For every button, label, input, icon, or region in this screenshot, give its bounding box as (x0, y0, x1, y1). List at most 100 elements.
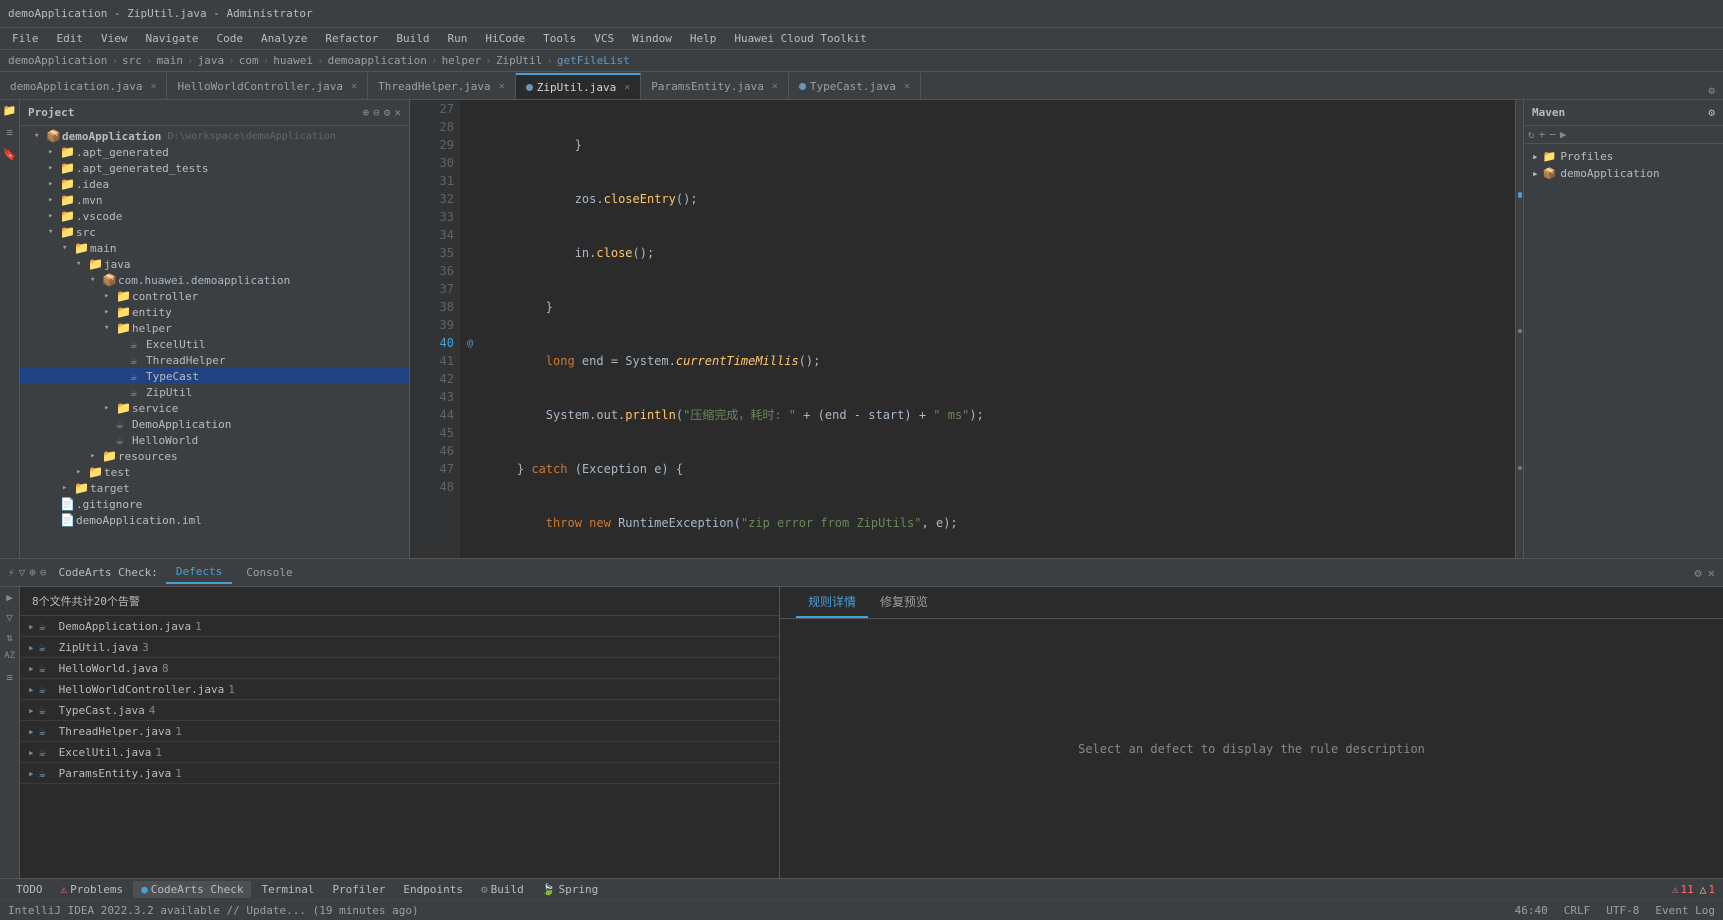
maven-run-icon[interactable]: ▶ (1560, 128, 1567, 141)
breadcrumb-src[interactable]: src (122, 54, 142, 67)
tab-console[interactable]: Console (236, 562, 302, 583)
sidebar-expand-icon[interactable]: ⊕ (363, 106, 370, 119)
maven-remove-icon[interactable]: − (1549, 128, 1556, 141)
rule-tab-rules[interactable]: 规则详情 (796, 587, 868, 618)
tree-package[interactable]: ▾ 📦 com.huawei.demoapplication (20, 272, 409, 288)
tool-run-icon[interactable]: ▶ (2, 591, 18, 607)
tree-resources[interactable]: ▸ 📁 resources (20, 448, 409, 464)
tree-apt-tests[interactable]: ▸ 📁 .apt_generated_tests (20, 160, 409, 176)
expand-all-icon[interactable]: ⊕ (29, 566, 36, 579)
tree-root[interactable]: ▾ 📦 demoApplication D:\workspace\demoApp… (20, 128, 409, 144)
tab-ParamsEntity[interactable]: ParamsEntity.java ✕ (641, 73, 789, 99)
menu-tools[interactable]: Tools (535, 30, 584, 47)
tree-vscode[interactable]: ▸ 📁 .vscode (20, 208, 409, 224)
tree-src[interactable]: ▾ 📁 src (20, 224, 409, 240)
tree-helloworld[interactable]: ☕ HelloWorld (20, 432, 409, 448)
tree-ziputil[interactable]: ☕ ZipUtil (20, 384, 409, 400)
tree-mvn[interactable]: ▸ 📁 .mvn (20, 192, 409, 208)
tab-TypeCast[interactable]: TypeCast.java ✕ (789, 73, 921, 99)
tree-controller[interactable]: ▸ 📁 controller (20, 288, 409, 304)
defect-header-params[interactable]: ▸ ☕ ParamsEntity.java 1 (20, 763, 779, 783)
rule-tab-fix[interactable]: 修复预览 (868, 587, 940, 618)
menu-help[interactable]: Help (682, 30, 725, 47)
breadcrumb-ziputil[interactable]: ZipUtil (496, 54, 542, 67)
breadcrumb-huawei[interactable]: huawei (273, 54, 313, 67)
collapse-all-icon[interactable]: ⊖ (40, 566, 47, 579)
menu-file[interactable]: File (4, 30, 47, 47)
menu-view[interactable]: View (93, 30, 136, 47)
tree-entity[interactable]: ▸ 📁 entity (20, 304, 409, 320)
maven-demoapplication[interactable]: ▸ 📦 demoApplication (1528, 165, 1719, 182)
tab-settings-icon[interactable]: ⚙ (1706, 82, 1717, 99)
close-icon[interactable]: ✕ (499, 81, 505, 92)
tree-threadhelper[interactable]: ☕ ThreadHelper (20, 352, 409, 368)
tool-filter2-icon[interactable]: ▽ (2, 611, 18, 627)
tree-idea[interactable]: ▸ 📁 .idea (20, 176, 409, 192)
tree-service[interactable]: ▸ 📁 service (20, 400, 409, 416)
filter-icon[interactable]: ▽ (19, 566, 26, 579)
close-icon[interactable]: ✕ (772, 81, 778, 92)
bookmark-icon[interactable]: 🔖 (2, 148, 18, 164)
menu-hicode[interactable]: HiCode (477, 30, 533, 47)
terminal-item[interactable]: Terminal (253, 881, 322, 898)
line-ending[interactable]: CRLF (1564, 904, 1591, 917)
tab-demoApplication[interactable]: demoApplication.java ✕ (0, 73, 167, 99)
menu-window[interactable]: Window (624, 30, 680, 47)
encoding[interactable]: UTF-8 (1606, 904, 1639, 917)
menu-vcs[interactable]: VCS (586, 30, 622, 47)
codearts-item[interactable]: ● CodeArts Check (133, 881, 251, 898)
endpoints-item[interactable]: Endpoints (395, 881, 471, 898)
tree-test[interactable]: ▸ 📁 test (20, 464, 409, 480)
sidebar-settings-icon[interactable]: ⚙ (384, 106, 391, 119)
build-item[interactable]: ⚙ Build (473, 881, 532, 898)
menu-run[interactable]: Run (439, 30, 475, 47)
todo-item[interactable]: TODO (8, 881, 51, 898)
tool-sort-icon[interactable]: ⇅ (2, 631, 18, 647)
defect-header-hwc[interactable]: ▸ ☕ HelloWorldController.java 1 (20, 679, 779, 699)
project-icon[interactable]: 📁 (2, 104, 18, 120)
maven-settings-icon[interactable]: ⚙ (1708, 106, 1715, 119)
close-icon[interactable]: ✕ (150, 81, 156, 92)
bottom-settings-icon[interactable]: ⚙ (1695, 566, 1702, 580)
menu-refactor[interactable]: Refactor (317, 30, 386, 47)
bottom-close-icon[interactable]: ✕ (1708, 566, 1715, 580)
profiler-item[interactable]: Profiler (324, 881, 393, 898)
breadcrumb-helper[interactable]: helper (442, 54, 482, 67)
tree-excelutil[interactable]: ☕ ExcelUtil (20, 336, 409, 352)
sidebar-close-icon[interactable]: ✕ (394, 106, 401, 119)
maven-add-icon[interactable]: + (1539, 128, 1546, 141)
structure-icon[interactable]: ≡ (2, 126, 18, 142)
tree-demoapplication-java[interactable]: ☕ DemoApplication (20, 416, 409, 432)
defect-header-zip[interactable]: ▸ ☕ ZipUtil.java 3 (20, 637, 779, 657)
defect-header-demo[interactable]: ▸ ☕ DemoApplication.java 1 (20, 616, 779, 636)
tree-iml[interactable]: 📄 demoApplication.iml (20, 512, 409, 528)
menu-build[interactable]: Build (388, 30, 437, 47)
spring-item[interactable]: 🍃 Spring (534, 881, 606, 898)
close-icon[interactable]: ✕ (904, 81, 910, 92)
event-log[interactable]: Event Log (1655, 904, 1715, 917)
menu-analyze[interactable]: Analyze (253, 30, 315, 47)
menu-edit[interactable]: Edit (49, 30, 92, 47)
maven-refresh-icon[interactable]: ↻ (1528, 128, 1535, 141)
tab-defects[interactable]: Defects (166, 561, 232, 584)
tree-java[interactable]: ▾ 📁 java (20, 256, 409, 272)
breadcrumb-demo[interactable]: demoApplication (8, 54, 107, 67)
tree-typecast[interactable]: ☕ TypeCast (20, 368, 409, 384)
tree-helper[interactable]: ▾ 📁 helper (20, 320, 409, 336)
menu-huawei[interactable]: Huawei Cloud Toolkit (726, 30, 874, 47)
tab-HelloWorldController[interactable]: HelloWorldController.java ✕ (167, 73, 368, 99)
problems-item[interactable]: ⚠ Problems (53, 881, 132, 898)
close-icon[interactable]: ✕ (351, 81, 357, 92)
tab-ZipUtil[interactable]: ZipUtil.java ✕ (516, 73, 642, 99)
tree-gitignore[interactable]: 📄 .gitignore (20, 496, 409, 512)
tab-ThreadHelper[interactable]: ThreadHelper.java ✕ (368, 73, 516, 99)
code-scroll-area[interactable]: 27 28 29 30 31 32 33 34 35 36 37 38 39 4… (410, 100, 1523, 558)
defect-header-hello[interactable]: ▸ ☕ HelloWorld.java 8 (20, 658, 779, 678)
breadcrumb-java[interactable]: java (198, 54, 225, 67)
defect-header-excel[interactable]: ▸ ☕ ExcelUtil.java 1 (20, 742, 779, 762)
tree-main[interactable]: ▾ 📁 main (20, 240, 409, 256)
menu-navigate[interactable]: Navigate (138, 30, 207, 47)
breadcrumb-getfilelist[interactable]: getFileList (557, 54, 630, 67)
breadcrumb-demoapplication[interactable]: demoapplication (328, 54, 427, 67)
defect-header-thread[interactable]: ▸ ☕ ThreadHelper.java 1 (20, 721, 779, 741)
